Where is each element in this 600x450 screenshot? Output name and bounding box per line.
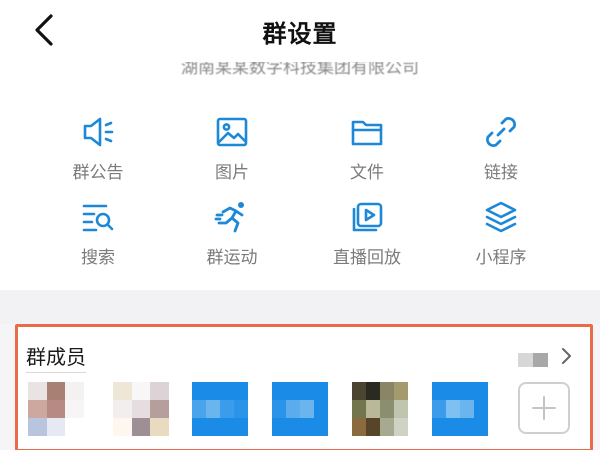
tool-label: 群运动 — [206, 248, 258, 268]
layers-icon — [485, 201, 517, 233]
running-icon — [214, 202, 244, 233]
section-divider — [0, 290, 600, 324]
group-members-card: 群成员 — [15, 324, 593, 450]
tool-label: 搜索 — [81, 248, 115, 268]
member-avatar[interactable] — [192, 382, 248, 436]
tool-images[interactable]: 图片 — [172, 114, 292, 204]
tool-links[interactable]: 链接 — [441, 114, 561, 204]
tool-label: 图片 — [215, 163, 249, 183]
search-list-icon — [82, 204, 114, 232]
group-settings-page: 群设置 湖南某某数字科技集团有限公司 群公告 图片 文件 链接 搜索 群运动 直… — [0, 0, 600, 450]
page-title: 群设置 — [262, 19, 338, 48]
tool-announcement[interactable]: 群公告 — [38, 114, 158, 204]
tool-label: 链接 — [484, 163, 518, 183]
add-member-button[interactable] — [518, 382, 570, 434]
image-icon — [216, 117, 248, 147]
member-count-redacted — [518, 353, 548, 367]
tool-mini-programs[interactable]: 小程序 — [441, 199, 561, 289]
members-more-button[interactable] — [560, 347, 572, 369]
members-title[interactable]: 群成员 — [26, 341, 86, 373]
tool-label: 直播回放 — [333, 248, 401, 268]
org-name-strip: 湖南某某数字科技集团有限公司 — [0, 62, 600, 78]
group-tools-grid: 群公告 图片 文件 链接 搜索 群运动 直播回放 小程序 — [0, 78, 600, 290]
tool-label: 小程序 — [475, 248, 527, 268]
tool-live-replay[interactable]: 直播回放 — [307, 199, 427, 289]
tool-label: 文件 — [350, 163, 384, 183]
video-playback-icon — [352, 202, 383, 232]
plus-icon — [532, 396, 556, 420]
link-icon — [486, 117, 516, 147]
chevron-left-icon — [35, 14, 53, 46]
member-avatar[interactable] — [432, 382, 488, 436]
tool-sports[interactable]: 群运动 — [172, 199, 292, 289]
chevron-right-icon — [562, 348, 571, 364]
member-avatar[interactable] — [113, 382, 169, 436]
member-avatar[interactable] — [272, 382, 328, 436]
org-name: 湖南某某数字科技集团有限公司 — [181, 62, 419, 78]
member-avatar[interactable] — [352, 382, 408, 436]
member-avatar[interactable] — [28, 382, 84, 436]
tool-label: 群公告 — [72, 163, 124, 183]
top-bar: 群设置 — [0, 0, 600, 62]
folder-icon — [351, 120, 383, 146]
tool-files[interactable]: 文件 — [307, 114, 427, 204]
megaphone-icon — [83, 117, 114, 147]
back-button[interactable] — [24, 10, 64, 50]
tool-search[interactable]: 搜索 — [38, 199, 158, 289]
